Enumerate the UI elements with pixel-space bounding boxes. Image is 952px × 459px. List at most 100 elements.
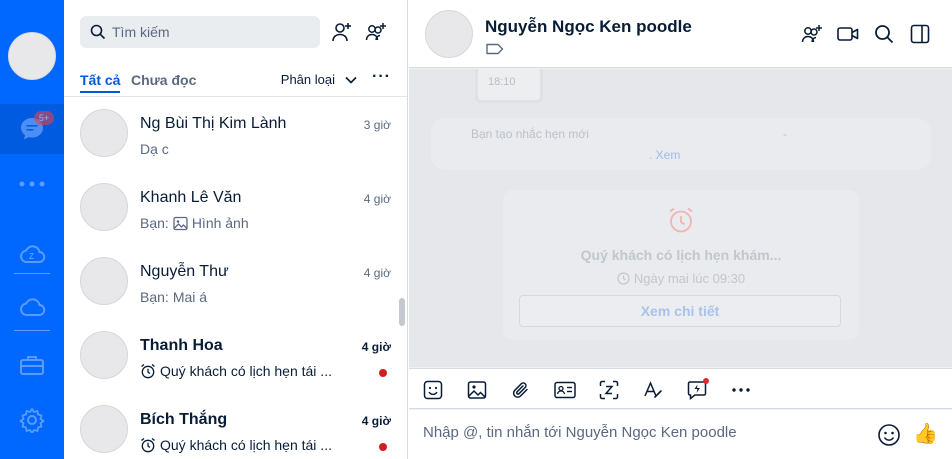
conversation-item[interactable]: Thanh Hoa 4 giờ Quý khách có lịch hẹn tá…: [64, 318, 407, 392]
preview-text: Quý khách có lịch hẹn tái ...: [160, 437, 332, 453]
alarm-icon: [141, 363, 155, 379]
toggle-info-panel-button[interactable]: [908, 22, 932, 46]
conversation-time: 4 giờ: [363, 192, 391, 206]
quick-message-button[interactable]: [685, 378, 709, 402]
nav-divider: [14, 273, 50, 274]
avatar: [80, 405, 128, 453]
more-icon[interactable]: [16, 168, 48, 200]
unread-badge: 5+: [34, 111, 54, 125]
sticker-icon: [423, 380, 443, 400]
conversation-name: Thanh Hoa: [140, 337, 223, 354]
view-details-button[interactable]: Xem chi tiết: [519, 295, 841, 327]
conversation-time: 4 giờ: [361, 340, 391, 354]
chevron-down-icon: [345, 76, 357, 84]
screenshot-button[interactable]: [597, 378, 621, 402]
tab-unread[interactable]: Chưa đọc: [131, 72, 196, 88]
reminder-view-link[interactable]: . Xem: [649, 148, 680, 162]
conversation-preview: Quý khách có lịch hẹn tái ...: [140, 363, 332, 379]
conversation-preview: Bạn: Mai á: [140, 289, 207, 305]
contact-card-icon: [554, 381, 576, 399]
preview-text: Hình ảnh: [191, 215, 249, 231]
conversation-preview: Quý khách có lịch hẹn tái ...: [140, 437, 332, 453]
tab-all[interactable]: Tất cả: [80, 72, 121, 93]
add-friend-icon: [332, 23, 351, 42]
cloud-icon[interactable]: [16, 292, 48, 324]
send-contact-card-button[interactable]: [553, 378, 577, 402]
chat-area: Nguyễn Ngọc Ken poodle 18:10 Bạn tạo nhắ…: [409, 0, 952, 459]
conversation-list-pane: Tất cả Chưa đọc Phân loại ··· Ng Bùi Thị…: [64, 0, 408, 459]
avatar: [80, 183, 128, 231]
conversation-item[interactable]: Khanh Lê Văn 4 giờ Bạn: Hình ảnh: [64, 170, 407, 244]
briefcase-icon[interactable]: [16, 349, 48, 381]
video-call-button[interactable]: [836, 22, 860, 46]
add-to-group-button[interactable]: [800, 22, 824, 46]
preview-text: Mai á: [172, 289, 208, 305]
preview-prefix: Bạn:: [140, 289, 169, 305]
screenshot-icon: [599, 380, 619, 400]
conversation-list: Ng Bùi Thị Kim Lành 3 giờ Dạ c Khanh Lê …: [64, 96, 407, 459]
nav-divider: [14, 330, 50, 331]
search-messages-button[interactable]: [872, 22, 896, 46]
tag-icon[interactable]: [486, 43, 504, 55]
search-box[interactable]: [80, 16, 320, 48]
unread-dot: [379, 443, 387, 451]
reminder-notification: [431, 118, 931, 170]
search-input[interactable]: [112, 24, 312, 40]
reminder-card: Quý khách có lịch hẹn khám... Ngày mai l…: [503, 190, 859, 340]
alarm-icon: [141, 437, 155, 453]
preview-text: Quý khách có lịch hẹn tái ...: [160, 363, 332, 379]
attach-file-button[interactable]: [509, 378, 533, 402]
more-tools-button[interactable]: [729, 378, 753, 402]
message-time: 18:10: [488, 76, 516, 88]
list-scrollbar[interactable]: [399, 298, 405, 326]
avatar: [80, 257, 128, 305]
create-group-button[interactable]: [364, 20, 388, 44]
text-format-icon: [644, 381, 662, 398]
conversation-item[interactable]: Ng Bùi Thị Kim Lành 3 giờ Dạ c: [64, 96, 407, 170]
chat-header: Nguyễn Ngọc Ken poodle: [409, 0, 952, 68]
preview-text: Dạ c: [140, 141, 169, 157]
chat-title[interactable]: Nguyễn Ngọc Ken poodle: [485, 17, 692, 37]
conversation-time: 4 giờ: [363, 266, 391, 280]
conversation-preview: Bạn: Hình ảnh: [140, 215, 249, 231]
add-friend-button[interactable]: [330, 20, 354, 44]
list-more-button[interactable]: ···: [372, 68, 391, 86]
avatar: [80, 109, 128, 157]
sidebar-toggle-icon: [910, 24, 930, 44]
svg-text:Z: Z: [29, 252, 34, 261]
image-button[interactable]: [465, 378, 489, 402]
notification-dot: [703, 378, 709, 384]
conversation-name: Nguyễn Thư: [140, 263, 229, 280]
zcloud-icon[interactable]: Z: [16, 238, 48, 270]
preview-prefix: Bạn:: [140, 215, 169, 231]
create-group-icon: [365, 23, 386, 41]
message-input[interactable]: [423, 424, 843, 441]
conversation-preview: Dạ c: [140, 141, 169, 157]
add-to-group-icon: [801, 25, 822, 43]
more-icon: [732, 388, 750, 392]
conversation-item[interactable]: Nguyễn Thư 4 giờ Bạn: Mai á: [64, 244, 407, 318]
settings-icon[interactable]: [16, 404, 48, 436]
message-list[interactable]: 18:10 Bạn tạo nhắc hẹn mới - . Xem Quý k…: [409, 69, 952, 367]
contact-avatar[interactable]: [425, 10, 473, 58]
reminder-card-time: Ngày mai lúc 09:30: [633, 271, 746, 286]
search-icon: [875, 25, 894, 44]
conversation-item[interactable]: Bích Thắng 4 giờ Quý khách có lịch hẹn t…: [64, 392, 407, 459]
composer-toolbar: [409, 368, 952, 409]
conversation-time: 3 giờ: [363, 118, 391, 132]
conversation-tabs: Tất cả Chưa đọc Phân loại ···: [80, 68, 391, 96]
filter-label: Phân loại: [280, 72, 335, 87]
quick-like-button[interactable]: 👍: [913, 422, 938, 446]
filter-dropdown[interactable]: Phân loại: [281, 72, 357, 87]
text-format-button[interactable]: [641, 378, 665, 402]
search-icon: [90, 24, 106, 40]
clock-icon: [617, 272, 630, 285]
conversation-name: Khanh Lê Văn: [140, 189, 242, 206]
sticker-button[interactable]: [421, 378, 445, 402]
user-avatar[interactable]: [8, 32, 56, 80]
left-nav: 5+ Z: [0, 0, 64, 459]
image-icon: [173, 216, 188, 230]
paperclip-icon: [512, 382, 528, 398]
emoji-icon[interactable]: [877, 423, 901, 447]
reminder-note-text: Bạn tạo nhắc hẹn mới: [471, 127, 589, 141]
